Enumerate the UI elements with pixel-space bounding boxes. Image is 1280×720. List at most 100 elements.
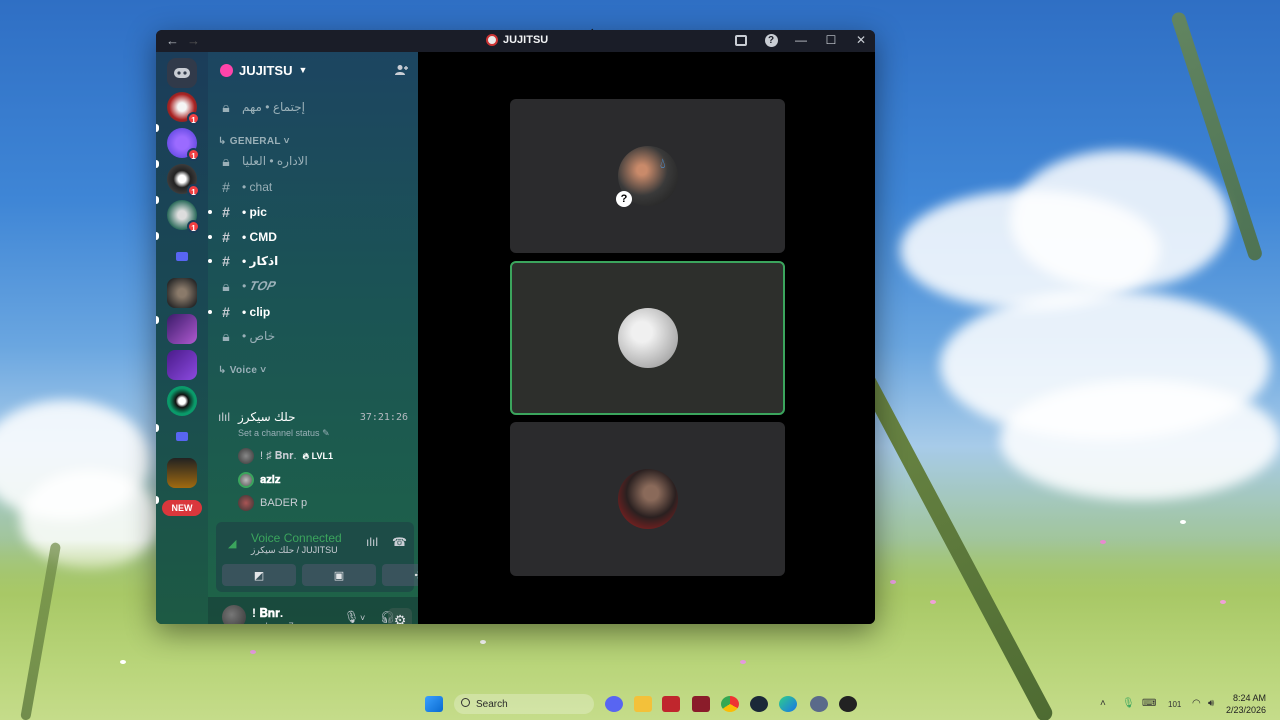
category-general[interactable]: ↳ GENERAL ˅ (218, 136, 290, 147)
hashtag-icon: # (222, 304, 230, 320)
chevron-down-icon[interactable]: ˅ (360, 613, 365, 623)
server-logo-icon (486, 34, 498, 46)
edge-icon[interactable] (779, 696, 797, 712)
steam-icon[interactable] (750, 696, 768, 712)
home-button[interactable] (167, 58, 197, 88)
window-title: JUJITSU (486, 34, 548, 46)
voice-connected-panel: ◢ Voice Connected حلك سيكرز / JUJITSU ıl… (216, 522, 418, 592)
channel-item-pic[interactable]: # • pic (208, 201, 413, 223)
server-icon-2[interactable]: 1 (167, 128, 200, 161)
voice-user[interactable]: BADER p (238, 493, 307, 513)
keyboard-icon[interactable]: ⌨ (1142, 698, 1156, 709)
server-name-icon (220, 63, 233, 77)
channel-item-chat[interactable]: # • chat (218, 176, 413, 198)
channel-item-admin[interactable]: 🔒︎ الاداره • العليا (218, 150, 413, 172)
category-voice[interactable]: ↳ Voice ˅ (218, 365, 266, 376)
lock-icon: 🔒︎ (222, 277, 230, 294)
search-icon (461, 698, 470, 707)
volume-icon[interactable]: 🔊︎ (1208, 698, 1214, 709)
activities-button[interactable]: ✣ (382, 564, 418, 586)
avatar (617, 308, 678, 368)
forward-arrow-icon[interactable]: → (187, 33, 200, 48)
voice-user[interactable]: ! ♯ 𝐁𝐧𝐫. 🔥︎ LVL1 (238, 446, 333, 466)
level-badge: 🔥︎ LVL1 (302, 450, 333, 461)
app-icon-settings[interactable] (810, 696, 828, 712)
disconnect-icon[interactable]: ☎ (392, 535, 408, 549)
signal-icon[interactable]: ◢ (228, 537, 240, 550)
wifi-icon[interactable]: ◠ (1192, 698, 1201, 709)
lock-icon: 🔒︎ (222, 152, 230, 169)
invite-people-icon[interactable] (395, 64, 408, 76)
chrome-icon[interactable] (721, 696, 739, 712)
screen-share-button[interactable]: ▣ (302, 564, 376, 586)
taskbar: Search ˄ 🎙︎ ⌨ 101 ◠ 🔊︎ 8:24 AM 2/23/2026 (0, 688, 1280, 720)
help-icon[interactable]: ? (763, 32, 779, 48)
channel-item-clip[interactable]: # • clip (208, 301, 413, 323)
windows-start-icon[interactable] (425, 696, 443, 712)
file-explorer-icon[interactable] (634, 696, 652, 712)
app-icon-dark[interactable] (839, 696, 857, 712)
server-icon-5[interactable] (167, 278, 197, 308)
participant-tile[interactable] (510, 422, 785, 576)
close-button[interactable]: ✕ (853, 32, 869, 48)
droplet-icon: 💧︎ (660, 155, 666, 171)
channel-sidebar: JUJITSU ▼ 🔒︎ إجتماع • مهم ↳ GENERAL ˅ 🔒︎… (208, 52, 418, 624)
camera-off-button[interactable]: ◩ (222, 564, 296, 586)
lock-icon: 🔒︎ (222, 327, 230, 344)
lock-icon: 🔒︎ (222, 98, 230, 115)
server-icon-4[interactable]: 1 (167, 200, 200, 233)
server-icon-1[interactable]: 1 (167, 92, 200, 125)
server-folder-icon-2[interactable] (176, 432, 188, 441)
new-badge: NEW (162, 500, 202, 516)
server-icon-7[interactable] (167, 350, 197, 380)
server-icon-9[interactable] (167, 458, 197, 488)
voice-user[interactable]: 𝐚𝐳𝐢𝐳 (238, 470, 280, 490)
noise-suppression-icon[interactable]: ılıl (366, 535, 382, 549)
minimize-button[interactable]: — (793, 32, 809, 48)
participant-tile-speaking[interactable] (510, 261, 785, 415)
hashtag-icon: # (222, 253, 230, 269)
discord-logo-icon (174, 68, 190, 78)
discord-taskbar-icon[interactable] (605, 696, 623, 712)
voice-waveform-icon: ılıl (218, 410, 230, 424)
title-bar: ← → JUJITSU ? — ☐ ✕ (156, 30, 875, 52)
server-header[interactable]: JUJITSU ▼ (208, 52, 418, 88)
hashtag-icon: # (222, 204, 230, 220)
hashtag-icon: # (222, 229, 230, 245)
server-icon-6[interactable] (167, 314, 197, 344)
maximize-button[interactable]: ☐ (823, 32, 839, 48)
chevron-up-icon[interactable]: ˄ (1100, 698, 1106, 709)
hashtag-icon: # (222, 179, 230, 195)
back-arrow-icon[interactable]: ← (166, 33, 179, 48)
microphone-tray-icon[interactable]: 🎙︎ (1122, 698, 1135, 709)
pencil-icon: ✎ (322, 428, 330, 438)
app-icon-red[interactable] (662, 696, 680, 712)
channel-item-azkar[interactable]: # • اذكار (208, 250, 413, 272)
chevron-down-icon: ▼ (298, 65, 308, 75)
avatar (238, 448, 254, 464)
inbox-icon[interactable] (733, 32, 749, 48)
clock[interactable]: 8:24 AM 2/23/2026 (1226, 692, 1266, 716)
app-icon-maroon[interactable] (692, 696, 710, 712)
channel-item-top[interactable]: 🔒︎ • 𝑻𝑶𝑷 (218, 275, 413, 297)
avatar[interactable] (222, 605, 246, 624)
avatar (617, 469, 678, 529)
channel-item-meeting[interactable]: 🔒︎ إجتماع • مهم (218, 96, 413, 118)
server-folder-icon[interactable] (176, 252, 188, 261)
search-input[interactable]: Search (454, 694, 594, 714)
channel-status-prompt[interactable]: Set a channel status ✎ (238, 428, 330, 439)
server-icon-8[interactable] (167, 386, 197, 416)
voice-stage: ? 💧︎ (418, 52, 875, 624)
language-indicator[interactable]: 101 (1168, 700, 1181, 709)
avatar (238, 472, 254, 488)
server-icon-3[interactable]: 1 (167, 164, 200, 197)
microphone-icon[interactable]: 🎙︎ (344, 610, 359, 624)
server-rail: 1 1 1 1 NEW (156, 52, 208, 624)
participant-tile[interactable]: ? 💧︎ (510, 99, 785, 253)
camera-off-icon: ◩ (253, 569, 265, 582)
avatar (238, 495, 254, 511)
screen-share-icon: ▣ (333, 569, 345, 582)
channel-item-private[interactable]: 🔒︎ • خاص (218, 325, 413, 347)
channel-item-cmd[interactable]: # • CMD (208, 226, 413, 248)
user-settings-button[interactable]: ⚙ (388, 608, 412, 624)
